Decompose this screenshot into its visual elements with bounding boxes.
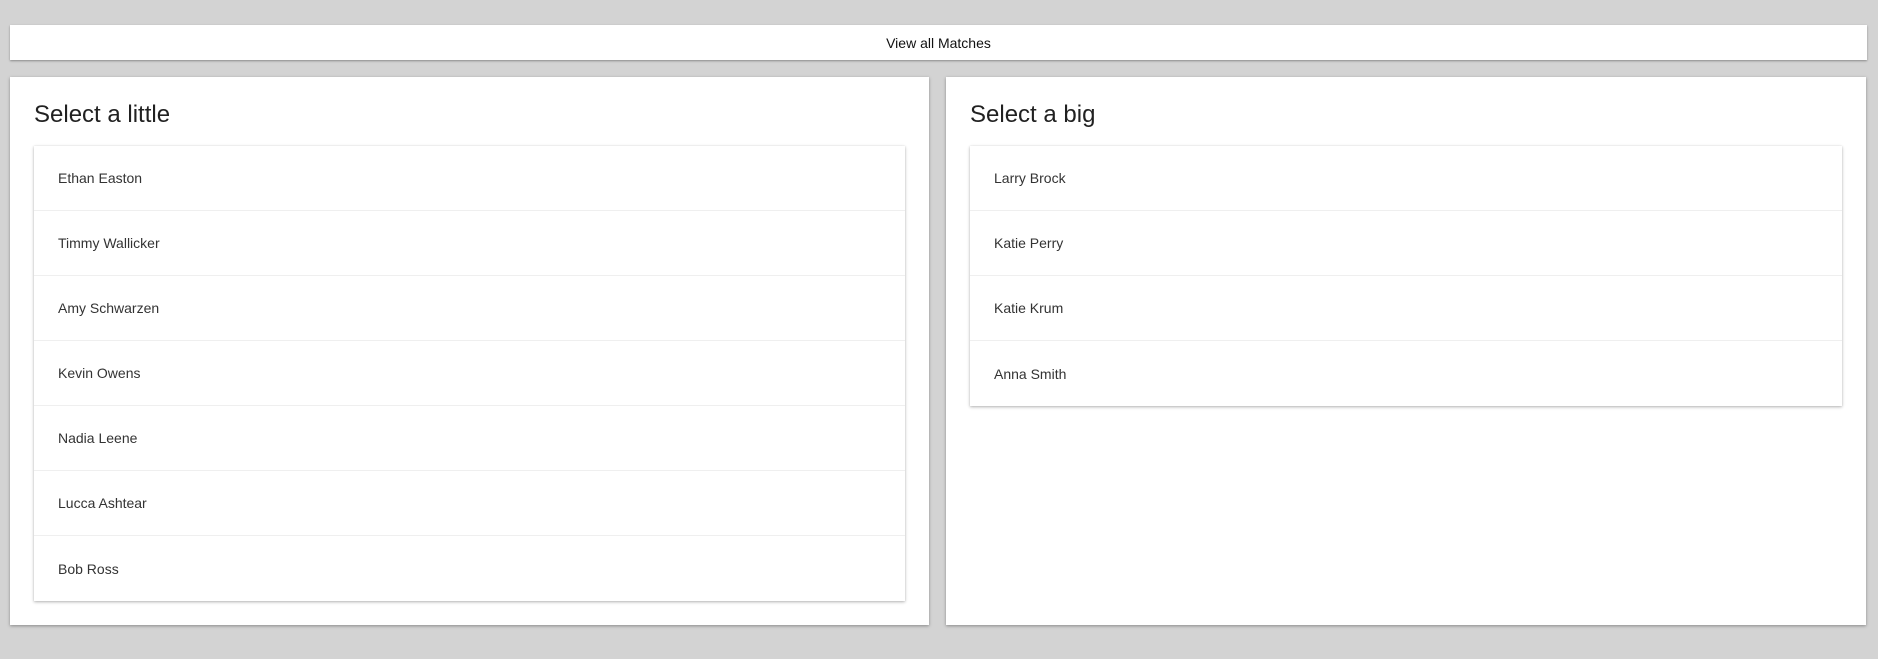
little-list-item[interactable]: Bob Ross bbox=[34, 536, 905, 601]
little-list-item[interactable]: Lucca Ashtear bbox=[34, 471, 905, 536]
big-list-item[interactable]: Katie Krum bbox=[970, 276, 1842, 341]
little-list-item[interactable]: Ethan Easton bbox=[34, 146, 905, 211]
big-list-item[interactable]: Anna Smith bbox=[970, 341, 1842, 406]
bigs-panel-title: Select a big bbox=[970, 101, 1096, 128]
littles-panel: Select a little Ethan Easton Timmy Walli… bbox=[10, 77, 929, 625]
littles-list: Ethan Easton Timmy Wallicker Amy Schwarz… bbox=[34, 146, 905, 601]
little-list-item[interactable]: Nadia Leene bbox=[34, 406, 905, 471]
little-list-item[interactable]: Kevin Owens bbox=[34, 341, 905, 406]
view-all-matches-button[interactable]: View all Matches bbox=[10, 25, 1867, 60]
bigs-list: Larry Brock Katie Perry Katie Krum Anna … bbox=[970, 146, 1842, 406]
bigs-panel: Select a big Larry Brock Katie Perry Kat… bbox=[946, 77, 1866, 625]
big-list-item[interactable]: Katie Perry bbox=[970, 211, 1842, 276]
big-list-item[interactable]: Larry Brock bbox=[970, 146, 1842, 211]
little-list-item[interactable]: Amy Schwarzen bbox=[34, 276, 905, 341]
littles-panel-title: Select a little bbox=[34, 101, 171, 128]
little-list-item[interactable]: Timmy Wallicker bbox=[34, 211, 905, 276]
